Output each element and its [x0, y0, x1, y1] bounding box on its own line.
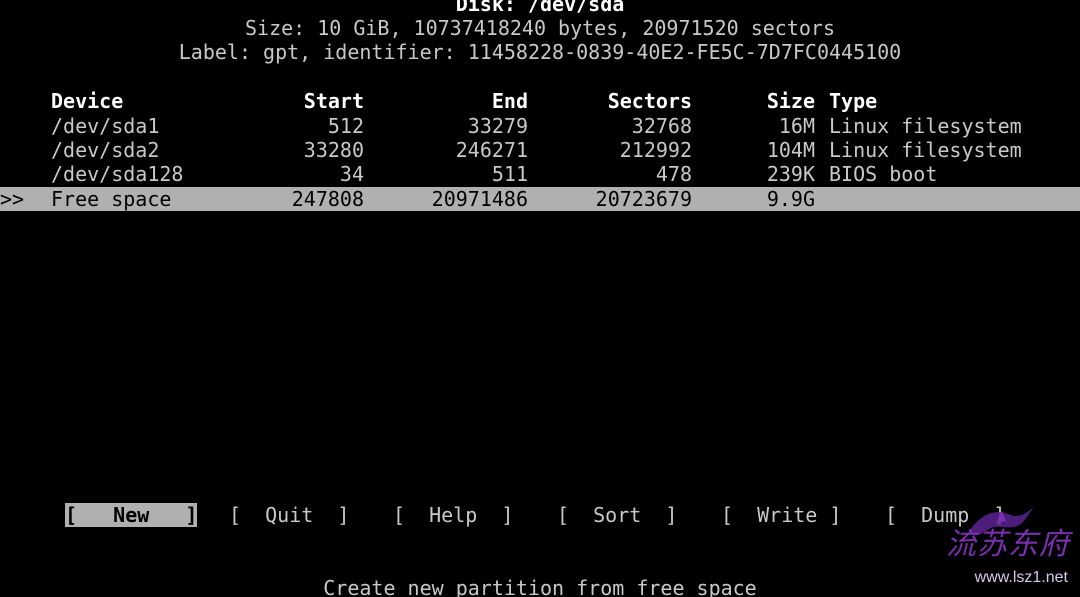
row-size: 239K — [766, 162, 815, 186]
quit-button[interactable]: [ Quit ] — [229, 503, 349, 527]
row-end: 246271 — [455, 138, 528, 162]
new-button[interactable]: [ New ] — [65, 503, 198, 527]
row-type: Linux filesystem — [829, 114, 1022, 138]
row-device: /dev/sda128 — [51, 162, 184, 186]
header-sectors: Sectors — [607, 89, 692, 113]
watermark-logo: 流苏东府 www.lsz1.net — [936, 503, 1076, 593]
write-button[interactable]: [ Write ] — [721, 503, 841, 527]
header-type: Type — [829, 89, 878, 113]
row-size: 16M — [778, 114, 815, 138]
row-end: 511 — [491, 162, 528, 186]
row-size: 104M — [766, 138, 815, 162]
table-header: Device Start End Sectors Size Type — [0, 89, 1080, 113]
header-end: End — [491, 89, 528, 113]
status-message: Create new partition from free space — [323, 576, 757, 597]
row-start: 33280 — [303, 138, 364, 162]
sort-button[interactable]: [ Sort ] — [557, 503, 677, 527]
header-device: Device — [51, 89, 124, 113]
row-start: 34 — [339, 162, 364, 186]
table-row-selected[interactable]: >> Free space 247808 20971486 20723679 9… — [0, 187, 1080, 211]
row-device: Free space — [51, 187, 172, 211]
row-end: 20971486 — [431, 187, 528, 211]
help-button[interactable]: [ Help ] — [393, 503, 513, 527]
row-start: 512 — [327, 114, 364, 138]
row-type: BIOS boot — [829, 162, 938, 186]
action-menu: [ New ] [ Quit ] [ Help ] [ Sort ] [ Wri… — [0, 503, 1080, 527]
row-device: /dev/sda2 — [51, 138, 160, 162]
header-start: Start — [303, 89, 364, 113]
disk-size: Size: 10 GiB, 10737418240 bytes, 2097152… — [244, 16, 835, 40]
watermark-logo-text: 流苏东府 — [946, 527, 1070, 562]
table-row[interactable]: /dev/sda2 33280 246271 212992 104M Linux… — [0, 138, 1080, 162]
row-end: 33279 — [467, 114, 528, 138]
selection-marker: >> — [0, 187, 25, 211]
disk-title: Disk: /dev/sda — [455, 0, 625, 16]
row-sectors: 212992 — [619, 138, 692, 162]
row-device: /dev/sda1 — [51, 114, 160, 138]
row-size: 9.9G — [766, 187, 815, 211]
header-size: Size — [766, 89, 815, 113]
disk-label: Label: gpt, identifier: 11458228-0839-40… — [178, 40, 902, 64]
table-row[interactable]: /dev/sda128 34 511 478 239K BIOS boot — [0, 162, 1080, 186]
row-type: Linux filesystem — [829, 138, 1022, 162]
row-sectors: 20723679 — [595, 187, 692, 211]
table-row[interactable]: /dev/sda1 512 33279 32768 16M Linux file… — [0, 114, 1080, 138]
row-sectors: 478 — [655, 162, 692, 186]
row-start: 247808 — [291, 187, 364, 211]
watermark-url: www.lsz1.net — [974, 569, 1068, 586]
row-sectors: 32768 — [631, 114, 692, 138]
